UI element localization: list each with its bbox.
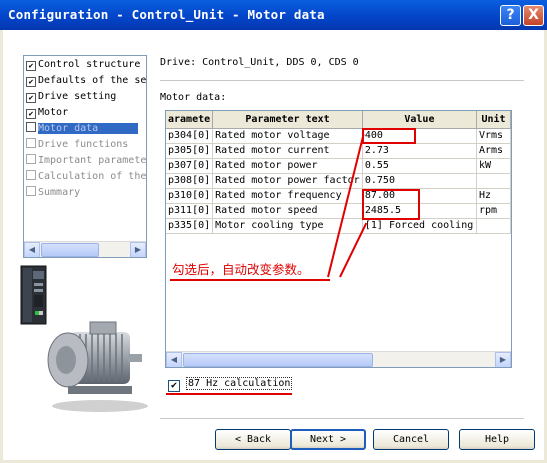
unit-cell: Arms xyxy=(476,143,511,159)
checkbox-icon xyxy=(26,138,36,148)
nav-item-drive-functions[interactable]: Drive functions xyxy=(26,137,146,153)
table-row: p304[0] Rated motor voltage 400 Vrms xyxy=(166,128,511,144)
calc-87hz-label[interactable]: 87 Hz calculation xyxy=(186,377,293,390)
tree-horizontal-scrollbar[interactable]: ◀ ▶ xyxy=(24,241,146,257)
nav-item-label: Defaults of the se xyxy=(38,75,147,86)
table-row: p310[0] Rated motor frequency 87.00 Hz xyxy=(166,188,511,204)
param-id-cell: p305[0] xyxy=(166,143,214,159)
unit-cell: kW xyxy=(476,158,511,174)
highlight-voltage xyxy=(362,128,416,144)
help-title-button[interactable]: ? xyxy=(500,5,521,26)
checkbox-icon xyxy=(26,186,36,196)
nav-item-important-parameters[interactable]: Important paramete xyxy=(26,153,147,169)
drive-unit-icon xyxy=(20,265,47,325)
checkbox-underline xyxy=(166,393,292,395)
nav-item-label: Control structure xyxy=(38,59,141,70)
highlight-frequency-speed xyxy=(362,189,420,220)
unit-cell: Hz xyxy=(476,188,511,204)
checkbox-icon: ✔ xyxy=(26,93,36,103)
scroll-left-icon[interactable]: ◀ xyxy=(166,352,182,367)
nav-item-label: Drive setting xyxy=(38,91,117,102)
param-id-cell: p311[0] xyxy=(166,203,214,219)
nav-item-label: Motor xyxy=(38,107,69,118)
close-icon: X xyxy=(528,7,539,23)
help-button[interactable]: Help xyxy=(459,429,535,450)
value-cell[interactable]: 0.750 xyxy=(362,173,477,189)
scroll-left-icon[interactable]: ◀ xyxy=(24,242,40,257)
column-header-parameter[interactable]: aramete xyxy=(166,111,214,129)
value-cell[interactable]: 2.73 xyxy=(362,143,477,159)
value-cell[interactable]: 0.55 xyxy=(362,158,477,174)
scroll-thumb[interactable] xyxy=(183,353,373,367)
nav-item-summary[interactable]: Summary xyxy=(26,185,146,201)
table-row: p305[0] Rated motor current 2.73 Arms xyxy=(166,143,511,159)
nav-item-control-structure[interactable]: ✔ Control structure xyxy=(26,57,146,73)
motor-image xyxy=(47,321,148,412)
scroll-right-icon[interactable]: ▶ xyxy=(130,242,146,257)
param-text-cell: Rated motor voltage xyxy=(212,128,363,144)
unit-cell: rpm xyxy=(476,203,511,219)
motor-data-label: Motor data: xyxy=(160,92,227,103)
param-text-cell: Rated motor current xyxy=(212,143,363,159)
annotation-text: 勾选后，自动改变参数。 xyxy=(172,262,310,277)
checkbox-icon: ✔ xyxy=(26,61,36,71)
nav-item-label: Calculation of the xyxy=(38,171,147,182)
param-text-cell: Rated motor power factor xyxy=(212,173,363,189)
param-id-cell: p310[0] xyxy=(166,188,214,204)
nav-item-label: Important paramete xyxy=(38,155,147,166)
step-navigation-tree: ✔ Control structure ✔ Defaults of the se ✔… xyxy=(23,55,147,258)
checkbox-icon[interactable]: ✔ xyxy=(168,380,180,392)
scroll-thumb[interactable] xyxy=(41,243,99,257)
value-cell[interactable]: [1] Forced cooling xyxy=(362,218,477,234)
grid-horizontal-scrollbar[interactable]: ◀ ▶ xyxy=(166,351,511,367)
nav-item-label: Summary xyxy=(38,187,81,198)
nav-item-drive-setting[interactable]: ✔ Drive setting xyxy=(26,89,146,105)
nav-item-label: Motor data xyxy=(38,123,139,134)
checkbox-icon xyxy=(26,154,36,164)
nav-item-label: Drive functions xyxy=(38,139,129,150)
nav-item-calculation[interactable]: Calculation of the xyxy=(26,169,147,185)
param-text-cell: Rated motor speed xyxy=(212,203,363,219)
back-button[interactable]: < Back xyxy=(215,429,291,450)
checkbox-icon xyxy=(26,170,36,180)
scroll-right-icon[interactable]: ▶ xyxy=(495,352,511,367)
checkbox-icon xyxy=(26,122,36,132)
calc-87hz-checkbox[interactable]: ✔ 87 Hz calculation xyxy=(168,377,293,392)
param-id-cell: p308[0] xyxy=(166,173,214,189)
checkbox-icon: ✔ xyxy=(26,77,36,87)
table-header-row: aramete Parameter text Value Unit xyxy=(166,111,511,129)
window-title: Configuration - Control_Unit - Motor dat… xyxy=(0,0,547,30)
annotation-underline xyxy=(170,279,330,281)
table-row: p311[0] Rated motor speed 2485.5 rpm xyxy=(166,203,511,219)
help-icon: ? xyxy=(506,7,515,23)
next-button[interactable]: Next > xyxy=(290,429,366,450)
param-text-cell: Rated motor power xyxy=(212,158,363,174)
divider xyxy=(160,80,524,81)
param-id-cell: p335[0] xyxy=(166,218,214,234)
nav-item-motor-data[interactable]: Motor data xyxy=(26,121,146,137)
divider xyxy=(160,418,524,419)
nav-item-defaults[interactable]: ✔ Defaults of the se xyxy=(26,73,147,89)
column-header-unit[interactable]: Unit xyxy=(476,111,511,129)
close-title-button[interactable]: X xyxy=(523,5,544,26)
param-text-cell: Rated motor frequency xyxy=(212,188,363,204)
unit-cell: Vrms xyxy=(476,128,511,144)
cancel-button[interactable]: Cancel xyxy=(373,429,449,450)
drive-info: Drive: Control_Unit, DDS 0, CDS 0 xyxy=(160,57,359,68)
table-row: p308[0] Rated motor power factor 0.750 xyxy=(166,173,511,189)
table-row: p307[0] Rated motor power 0.55 kW xyxy=(166,158,511,174)
nav-item-motor[interactable]: ✔ Motor xyxy=(26,105,146,121)
checkbox-icon: ✔ xyxy=(26,109,36,119)
column-header-parameter-text[interactable]: Parameter text xyxy=(212,111,363,129)
unit-cell xyxy=(476,173,511,189)
column-header-value[interactable]: Value xyxy=(362,111,477,129)
unit-cell xyxy=(476,218,511,234)
param-id-cell: p307[0] xyxy=(166,158,214,174)
param-id-cell: p304[0] xyxy=(166,128,214,144)
